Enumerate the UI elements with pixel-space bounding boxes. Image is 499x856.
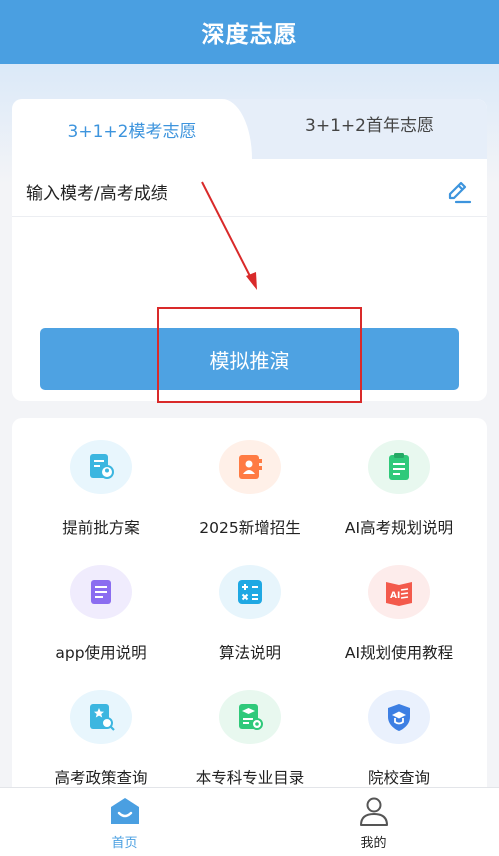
grid-item-school-search[interactable]: 院校查询 <box>320 668 478 788</box>
grid-label-major-catalog: 本专科专业目录 <box>195 769 305 787</box>
svg-text:AI: AI <box>390 591 400 601</box>
doc-user-icon <box>70 440 132 494</box>
volunteer-card: 3+1+2模考志愿 3+1+2首年志愿 输入模考/高考成绩 模拟推演 <box>12 99 487 401</box>
policy-search-icon <box>70 690 132 744</box>
tabbar-item-me[interactable]: 我的 <box>249 788 498 856</box>
grid-label-early-batch: 提前批方案 <box>62 519 140 537</box>
home-icon <box>110 798 139 824</box>
app-header: 深度志愿 <box>0 0 499 64</box>
tabbar-label-me: 我的 <box>360 836 387 851</box>
grid-label-policy: 高考政策查询 <box>54 769 148 787</box>
contact-card-icon <box>219 440 281 494</box>
ai-book-icon: AI <box>368 565 430 619</box>
grid-item-ai-tutorial[interactable]: AI AI规划使用教程 <box>320 543 478 663</box>
document-icon <box>70 565 132 619</box>
grid-label-algorithm: 算法说明 <box>218 644 281 662</box>
tabbar-label-home: 首页 <box>111 836 138 851</box>
grid-item-new-enrollment[interactable]: 2025新增招生 <box>171 418 329 538</box>
grid-item-major-catalog[interactable]: 本专科专业目录 <box>171 668 329 788</box>
mode-tabs: 3+1+2模考志愿 3+1+2首年志愿 <box>12 99 487 159</box>
grid-item-policy[interactable]: 高考政策查询 <box>22 668 180 788</box>
grid-label-school-search: 院校查询 <box>367 769 430 787</box>
score-input-row[interactable]: 输入模考/高考成绩 <box>12 167 487 217</box>
feature-grid: 提前批方案 2025新增招生 AI高考规划说明 app使用说明 算法说明 AI … <box>12 418 487 818</box>
edit-icon[interactable] <box>443 177 473 207</box>
grid-label-ai-plan-info: AI高考规划说明 <box>344 519 454 537</box>
grid-label-new-enrollment: 2025新增招生 <box>199 519 301 537</box>
score-input-prompt: 输入模考/高考成绩 <box>26 184 168 204</box>
bottom-tabbar: 首页 我的 <box>0 787 499 856</box>
graduation-catalog-icon <box>219 690 281 744</box>
grid-label-ai-tutorial: AI规划使用教程 <box>344 644 454 662</box>
grid-item-app-guide[interactable]: app使用说明 <box>22 543 180 663</box>
grid-label-app-guide: app使用说明 <box>55 644 147 662</box>
grid-item-algorithm[interactable]: 算法说明 <box>171 543 329 663</box>
simulate-button[interactable]: 模拟推演 <box>40 328 459 390</box>
user-icon <box>359 797 388 826</box>
grid-item-ai-plan-info[interactable]: AI高考规划说明 <box>320 418 478 538</box>
tabbar-item-home[interactable]: 首页 <box>0 788 249 856</box>
exam-clipboard-icon <box>368 440 430 494</box>
tab-first-year-label: 3+1+2首年志愿 <box>305 115 434 136</box>
tab-mock-exam-label: 3+1+2模考志愿 <box>67 121 197 142</box>
tab-first-year[interactable]: 3+1+2首年志愿 <box>252 99 487 159</box>
tab-mock-exam[interactable]: 3+1+2模考志愿 <box>12 99 252 159</box>
school-shield-icon <box>368 690 430 744</box>
page-title: 深度志愿 <box>201 22 298 48</box>
grid-item-early-batch[interactable]: 提前批方案 <box>22 418 180 538</box>
calculator-icon <box>219 565 281 619</box>
